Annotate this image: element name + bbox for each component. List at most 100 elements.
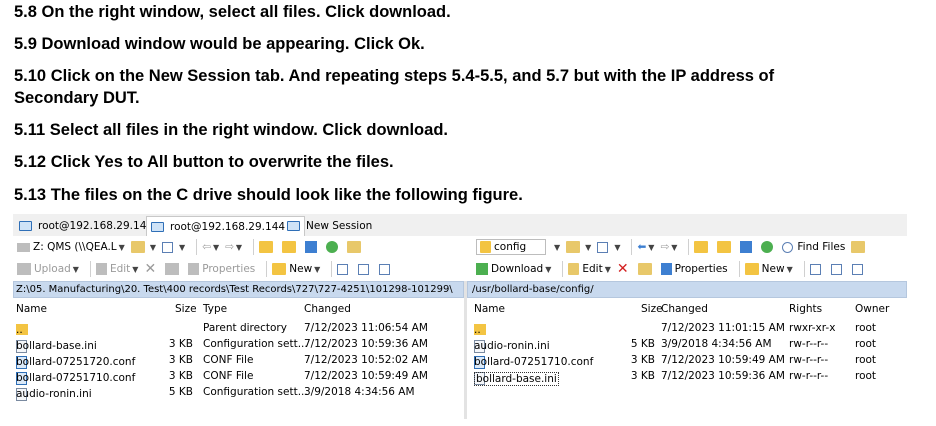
forward-button[interactable]: ⇨ ▼ (225, 241, 242, 253)
col-owner[interactable]: Owner (855, 303, 889, 315)
open-folder-button[interactable]: ▼ (566, 241, 591, 253)
list-item[interactable]: audio-ronin.ini 5 KB 3/9/2018 4:34:56 AM… (467, 336, 907, 353)
upload-icon (17, 263, 31, 275)
local-path-bar[interactable]: Z:\05. Manufacturing\20. Test\400 record… (13, 281, 464, 298)
select-all-button[interactable] (809, 263, 825, 275)
new-button[interactable]: New ▼ (744, 263, 793, 275)
file-changed: 7/12/2023 10:52:02 AM (304, 354, 428, 366)
file-changed: 7/12/2023 11:01:15 AM (661, 322, 785, 334)
left-nav-toolbar: Z: QMS (\\QEA.L ▼ ▼ ▼ ⇦ ▼ ⇨ ▼ (17, 236, 457, 258)
home-button[interactable] (305, 241, 320, 253)
properties-button[interactable]: Properties (660, 263, 728, 275)
refresh-icon (326, 241, 339, 253)
col-rights[interactable]: Rights (789, 303, 822, 315)
file-name: bollard-base.ini (16, 340, 97, 352)
edit-button[interactable]: Edit ▼ (95, 263, 138, 275)
col-changed[interactable]: Changed (304, 303, 351, 315)
file-name: audio-ronin.ini (474, 340, 550, 352)
search-icon (782, 241, 794, 253)
refresh-button[interactable] (761, 241, 776, 253)
filter-button[interactable]: ▼ (597, 241, 620, 253)
file-type: Configuration sett... (203, 386, 308, 398)
list-item[interactable]: bollard-base.ini 3 KB 7/12/2023 10:59:36… (467, 368, 907, 386)
refresh-button[interactable] (326, 241, 341, 253)
remote-folder-selector[interactable]: config (476, 239, 546, 255)
step-5-11: 5.11 Select all files in the right windo… (14, 121, 448, 139)
col-changed[interactable]: Changed (661, 303, 708, 315)
sync-button[interactable] (347, 241, 364, 253)
properties-button[interactable]: Properties (188, 263, 255, 275)
forward-button[interactable]: ⇨ ▼ (660, 241, 677, 253)
edit-icon (568, 263, 580, 275)
col-name[interactable]: Name (16, 303, 47, 315)
find-files-button[interactable]: Find Files (782, 241, 845, 253)
tab-label: New Session (306, 220, 373, 232)
edit-button[interactable]: Edit ▼ (568, 263, 611, 275)
new-button[interactable]: New ▼ (272, 263, 320, 275)
home-icon (305, 241, 318, 253)
download-button[interactable]: Download ▼ (476, 263, 551, 275)
monitor-icon (151, 221, 164, 232)
upload-button[interactable]: Upload ▼ (17, 263, 79, 275)
delete-button[interactable]: ✕ (617, 261, 632, 277)
sync-button[interactable] (851, 241, 868, 253)
file-changed: 3/9/2018 4:34:56 AM (304, 386, 415, 398)
delete-button[interactable]: ✕ (144, 261, 159, 277)
filter-button[interactable]: ▼ (161, 241, 185, 253)
remote-path-bar[interactable]: /usr/bollard-base/config/ (467, 281, 907, 298)
tab-label: root@192.168.29.144 (170, 220, 286, 233)
col-size[interactable]: Size (175, 303, 197, 315)
filter-files-button[interactable] (851, 263, 867, 275)
file-rights: rwxr-xr-x (789, 322, 836, 334)
file-size: 3 KB (630, 370, 655, 382)
rename-button[interactable] (637, 263, 655, 275)
step-5-10: 5.10 Click on the New Session tab. And r… (14, 67, 775, 85)
list-item[interactable]: bollard-07251710.conf 3 KB CONF File 7/1… (13, 368, 464, 385)
edit-label: Edit (582, 263, 603, 275)
file-changed: 7/12/2023 11:06:54 AM (304, 322, 428, 334)
forward-arrow-icon: ⇨ (225, 241, 234, 253)
list-item-parent[interactable]: .. 7/12/2023 11:01:15 AM rwxr-xr-x root (467, 320, 907, 336)
folder-icon (480, 241, 491, 253)
delete-icon: ✕ (144, 261, 157, 277)
file-owner: root (855, 322, 877, 334)
list-item[interactable]: bollard-07251710.conf 3 KB 7/12/2023 10:… (467, 352, 907, 369)
parent-dir-button[interactable] (694, 241, 711, 253)
file-name: audio-ronin.ini (16, 388, 92, 400)
list-item[interactable]: bollard-base.ini 3 KB Configuration sett… (13, 336, 464, 353)
home-button[interactable] (740, 241, 755, 253)
filter-files-button[interactable] (379, 263, 394, 275)
root-dir-button[interactable] (282, 241, 299, 253)
back-button[interactable]: ⬅ ▼ (637, 241, 654, 253)
file-changed: 3/9/2018 4:34:56 AM (661, 338, 772, 350)
find-files-label: Find Files (797, 241, 846, 253)
file-owner: root (855, 370, 877, 382)
col-size[interactable]: Size (641, 303, 663, 315)
tab-session-144[interactable]: root@192.168.29.144 × (146, 216, 306, 236)
drive-selector[interactable]: Z: QMS (\\QEA.L ▼ (17, 241, 125, 253)
unselect-button[interactable] (358, 263, 373, 275)
parent-dir-button[interactable] (259, 241, 276, 253)
list-item-parent[interactable]: .. Parent directory 7/12/2023 11:06:54 A… (13, 320, 464, 336)
step-5-13: 5.13 The files on the C drive should loo… (14, 186, 523, 204)
file-name: bollard-07251720.conf (16, 356, 136, 368)
edit-icon (95, 263, 107, 275)
remote-column-headers: Name Size Changed Rights Owner (467, 300, 907, 318)
properties-icon (660, 263, 672, 275)
col-type[interactable]: Type (203, 303, 227, 315)
back-button[interactable]: ⇦ ▼ (202, 241, 219, 253)
list-item[interactable]: bollard-07251720.conf 3 KB CONF File 7/1… (13, 352, 464, 369)
rename-button[interactable] (165, 263, 182, 275)
unselect-button[interactable] (830, 263, 846, 275)
tab-new-session[interactable]: New Session (283, 216, 376, 236)
col-name[interactable]: Name (474, 303, 505, 315)
list-item[interactable]: audio-ronin.ini 5 KB Configuration sett.… (13, 384, 464, 401)
open-folder-button[interactable]: ▼ (130, 241, 156, 253)
session-tab-bar: root@192.168.29.143 × root@192.168.29.14… (13, 214, 907, 236)
root-dir-button[interactable] (717, 241, 734, 253)
select-all-button[interactable] (337, 263, 352, 275)
back-arrow-icon: ⇦ (202, 241, 211, 253)
parent-folder-icon (694, 241, 709, 253)
winscp-window: root@192.168.29.143 × root@192.168.29.14… (13, 214, 907, 419)
rename-icon (637, 263, 652, 275)
